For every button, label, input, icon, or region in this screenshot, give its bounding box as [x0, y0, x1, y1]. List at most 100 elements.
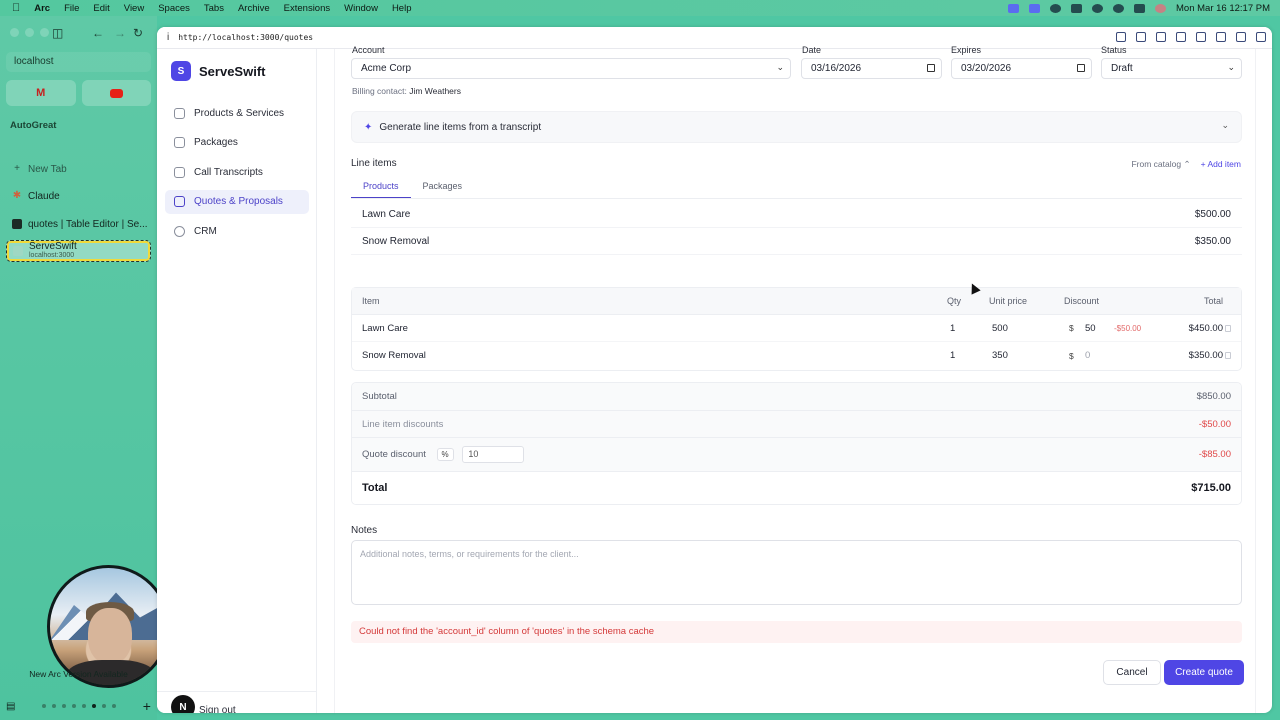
menu-view[interactable]: View — [124, 3, 144, 14]
screen-share-icon[interactable] — [1008, 3, 1019, 13]
wifi-icon[interactable] — [1092, 3, 1103, 13]
expires-value: 03/20/2026 — [961, 63, 1012, 74]
user-avatar[interactable]: N — [171, 695, 195, 713]
settings-icon[interactable] — [1216, 32, 1226, 42]
info-icon[interactable]: i — [167, 32, 169, 43]
youtube-icon[interactable] — [81, 80, 151, 106]
menu-app[interactable]: Arc — [34, 3, 50, 14]
nav-packages[interactable]: Packages — [165, 131, 309, 155]
add-space-icon[interactable]: + — [143, 698, 151, 714]
signout-area: N Sign out — [157, 691, 317, 713]
discount-input[interactable]: 0 — [1085, 350, 1090, 361]
quote-summary: Subtotal $850.00 Line item discounts -$5… — [351, 382, 1242, 505]
minimize-icon[interactable] — [25, 28, 34, 37]
row-total: $450.00 — [1188, 322, 1223, 334]
notes-textarea[interactable]: Additional notes, terms, or requirements… — [351, 540, 1242, 605]
quote-discount-input[interactable]: 10 — [462, 446, 525, 463]
menu-help[interactable]: Help — [392, 3, 412, 14]
nav-call-transcripts[interactable]: Call Transcripts — [165, 160, 309, 184]
main-nav: Products & Services Packages Call Transc… — [165, 101, 309, 249]
tab-packages[interactable]: Packages — [411, 177, 475, 198]
subtotal-label: Subtotal — [362, 391, 397, 402]
back-icon[interactable]: ← — [92, 26, 104, 40]
catalog-item-price: $350.00 — [1194, 235, 1231, 247]
trash-icon[interactable] — [1225, 324, 1231, 332]
discount-type-toggle[interactable]: $ — [1069, 323, 1074, 333]
reload-icon[interactable]: ↻ — [133, 26, 143, 40]
brand[interactable]: S ServeSwift — [171, 61, 265, 81]
calendar-icon[interactable] — [1077, 64, 1085, 72]
catalog-item[interactable]: Snow Removal $350.00 — [351, 228, 1242, 255]
signout-button[interactable]: Sign out — [199, 705, 236, 714]
apple-icon[interactable]:  — [12, 2, 20, 14]
calendar-icon[interactable] — [927, 64, 935, 72]
account-select[interactable]: Acme Corp ⌄ — [351, 58, 791, 79]
archive-icon[interactable]: ▤ — [6, 701, 15, 712]
sidebar-toggle-icon[interactable]: ◫ — [52, 26, 63, 40]
menu-window[interactable]: Window — [344, 3, 378, 14]
users-icon — [174, 225, 185, 237]
trash-icon[interactable] — [1225, 352, 1231, 359]
play-icon[interactable] — [1050, 3, 1061, 13]
tab-products[interactable]: Products — [351, 177, 411, 198]
forward-icon[interactable]: → — [114, 26, 126, 40]
qty-input[interactable]: 1 — [950, 350, 955, 361]
arc-url-bar[interactable]: localhost — [6, 52, 151, 72]
zoom-icon[interactable] — [1029, 3, 1040, 13]
menu-edit[interactable]: Edit — [93, 3, 109, 14]
favorites: M — [6, 80, 151, 106]
date-label: Date — [802, 45, 822, 55]
cancel-button[interactable]: Cancel — [1103, 660, 1161, 685]
nav-quotes-proposals[interactable]: Quotes & Proposals — [165, 189, 309, 214]
tab-label: Claude — [28, 190, 60, 202]
new-tab-button[interactable]: + New Tab — [6, 158, 151, 180]
unit-price-input[interactable]: 350 — [992, 350, 1008, 361]
menu-tabs[interactable]: Tabs — [204, 3, 224, 14]
tab-table-editor[interactable]: quotes | Table Editor | Se... — [6, 213, 151, 235]
generate-from-transcript[interactable]: ✦ Generate line items from a transcript … — [351, 111, 1242, 143]
siri-icon[interactable] — [1155, 3, 1166, 13]
code-icon[interactable] — [1236, 32, 1246, 42]
header-qty: Qty — [947, 296, 962, 306]
reader-icon[interactable] — [1176, 32, 1186, 42]
link-icon[interactable] — [1116, 32, 1126, 42]
menu-extensions[interactable]: Extensions — [284, 3, 330, 14]
create-quote-button[interactable]: Create quote — [1164, 660, 1244, 685]
tab-serveswift[interactable]: ServeSwift localhost:3000 — [6, 240, 151, 262]
camera-icon[interactable] — [1156, 32, 1166, 42]
url-text[interactable]: http://localhost:3000/quotes — [178, 33, 313, 42]
gmail-icon[interactable]: M — [6, 80, 76, 106]
discount-type-toggle[interactable]: $ — [1069, 351, 1074, 361]
row-item: Snow Removal — [362, 350, 426, 361]
control-center-icon[interactable] — [1134, 3, 1145, 13]
space-dots[interactable] — [42, 704, 117, 708]
nav-products-services[interactable]: Products & Services — [165, 101, 309, 125]
catalog-item[interactable]: Lawn Care $500.00 — [351, 201, 1242, 228]
clock[interactable]: Mon Mar 16 12:17 PM — [1176, 3, 1270, 14]
extension-icon[interactable] — [1136, 32, 1146, 42]
new-tab-label: New Tab — [28, 163, 67, 175]
discount-unit-toggle[interactable]: % — [436, 448, 454, 462]
battery-icon[interactable] — [1071, 3, 1082, 13]
menu-spaces[interactable]: Spaces — [158, 3, 190, 14]
discount-input[interactable]: 50 — [1085, 323, 1096, 334]
split-icon[interactable] — [1256, 32, 1266, 42]
status-select[interactable]: Draft ⌄ — [1101, 58, 1242, 79]
nav-crm[interactable]: CRM — [165, 219, 309, 243]
update-notice[interactable]: New Arc Version Available — [0, 669, 157, 679]
globe-icon[interactable] — [1196, 32, 1206, 42]
zoom-window-icon[interactable] — [40, 28, 49, 37]
search-icon[interactable] — [1113, 3, 1124, 13]
unit-price-input[interactable]: 500 — [992, 323, 1008, 334]
date-input[interactable]: 03/16/2026 — [801, 58, 942, 79]
qty-input[interactable]: 1 — [950, 323, 955, 334]
expires-input[interactable]: 03/20/2026 — [951, 58, 1092, 79]
add-item-button[interactable]: + Add item — [1201, 159, 1241, 170]
file-text-icon — [174, 196, 185, 207]
table-header: Item Qty Unit price Discount Total — [352, 288, 1241, 315]
from-catalog-toggle[interactable]: From catalog ⌃ — [1131, 159, 1190, 170]
tab-claude[interactable]: ✱ Claude — [6, 185, 151, 207]
menu-archive[interactable]: Archive — [238, 3, 270, 14]
close-icon[interactable] — [10, 28, 19, 37]
menu-file[interactable]: File — [64, 3, 79, 14]
